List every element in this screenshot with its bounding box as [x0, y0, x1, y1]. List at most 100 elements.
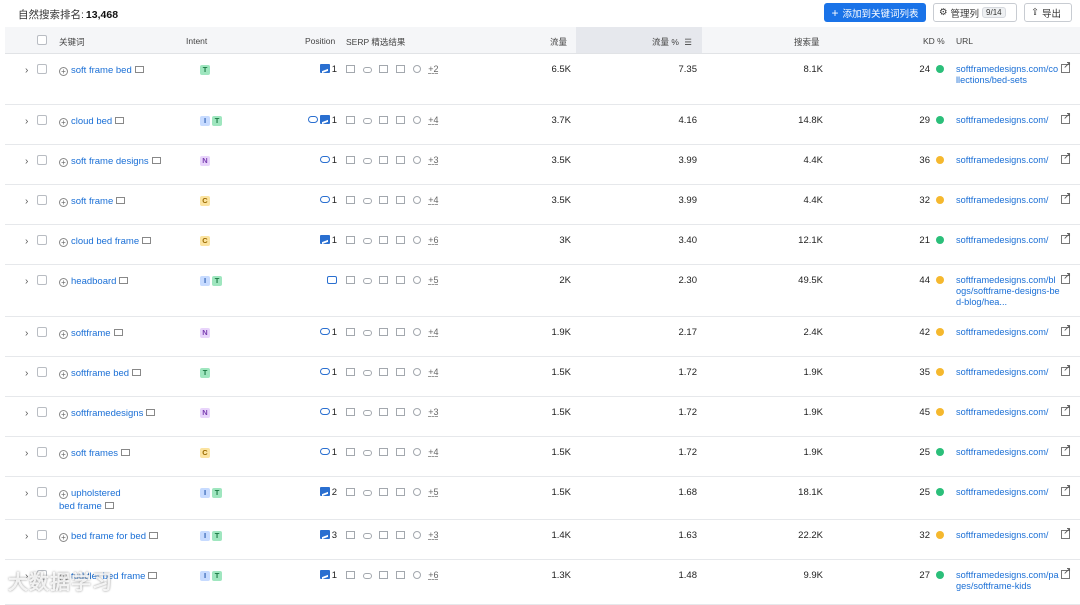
external-link-icon[interactable]: [1061, 363, 1071, 376]
more-serp-features-link[interactable]: +6: [428, 570, 438, 580]
row-checkbox[interactable]: [37, 447, 47, 457]
more-serp-features-link[interactable]: +4: [428, 327, 438, 337]
keyword-cell[interactable]: + headboard: [59, 275, 199, 288]
url-link[interactable]: softframedesigns.com/: [956, 407, 1060, 418]
header-keyword[interactable]: 关键词: [59, 36, 85, 48]
serp-snapshot-icon[interactable]: [116, 197, 126, 204]
table-row[interactable]: › + softframe N 1 +4 1.9K 2.17 2.4K 42 so…: [5, 317, 1080, 357]
keyword-cell[interactable]: + soft frame bed: [59, 64, 199, 77]
header-traffic[interactable]: 流量: [550, 36, 567, 48]
row-checkbox[interactable]: [37, 235, 47, 245]
external-link-icon[interactable]: [1061, 483, 1071, 496]
add-keyword-icon[interactable]: +: [59, 278, 68, 287]
keyword-cell[interactable]: + cloud bed: [59, 115, 199, 128]
serp-snapshot-icon[interactable]: [149, 532, 158, 539]
serp-snapshot-icon[interactable]: [119, 277, 129, 284]
row-checkbox[interactable]: [37, 407, 47, 417]
row-checkbox[interactable]: [37, 64, 47, 74]
keyword-cell[interactable]: + softframe: [59, 327, 199, 340]
expand-row-chevron-icon[interactable]: ›: [25, 156, 28, 167]
serp-snapshot-icon[interactable]: [134, 66, 144, 73]
keyword-link[interactable]: cloud bed: [71, 116, 112, 127]
expand-row-chevron-icon[interactable]: ›: [25, 276, 28, 287]
table-row[interactable]: › + bed frame for bed IT 3 +3 1.4K 1.63 2…: [5, 520, 1080, 560]
expand-row-chevron-icon[interactable]: ›: [25, 368, 28, 379]
expand-row-chevron-icon[interactable]: ›: [25, 531, 28, 542]
manage-columns-button[interactable]: ⚙ 管理列 9/14: [933, 3, 1017, 22]
table-row[interactable]: › + soft frame bed T 1 +2 6.5K 7.35 8.1K …: [5, 54, 1080, 105]
more-serp-features-link[interactable]: +3: [428, 530, 438, 540]
add-keyword-icon[interactable]: +: [59, 198, 68, 207]
keyword-cell[interactable]: + soft frame: [59, 195, 199, 208]
external-link-icon[interactable]: [1061, 403, 1071, 416]
keyword-link[interactable]: bed frame for bed: [71, 531, 146, 542]
keyword-link[interactable]: softframe bed: [71, 368, 129, 379]
url-link[interactable]: softframedesigns.com/blogs/softframe-des…: [956, 275, 1060, 308]
more-serp-features-link[interactable]: +6: [428, 235, 438, 245]
more-serp-features-link[interactable]: +4: [428, 115, 438, 125]
header-volume[interactable]: 搜索量: [794, 36, 820, 48]
keyword-cell[interactable]: + cloud bed frame: [59, 235, 199, 248]
more-serp-features-link[interactable]: +4: [428, 195, 438, 205]
external-link-icon[interactable]: [1061, 271, 1071, 284]
add-to-keyword-list-button[interactable]: + 添加到关键词列表: [824, 3, 926, 22]
more-serp-features-link[interactable]: +3: [428, 155, 438, 165]
keyword-cell[interactable]: + soft frames: [59, 447, 199, 460]
expand-row-chevron-icon[interactable]: ›: [25, 116, 28, 127]
serp-snapshot-icon[interactable]: [115, 117, 125, 124]
add-keyword-icon[interactable]: +: [59, 118, 68, 127]
add-keyword-icon[interactable]: +: [59, 490, 68, 499]
expand-row-chevron-icon[interactable]: ›: [25, 488, 28, 499]
url-link[interactable]: softframedesigns.com/pages/softframe-kid…: [956, 570, 1060, 592]
external-link-icon[interactable]: [1061, 191, 1071, 204]
add-keyword-icon[interactable]: +: [59, 410, 68, 419]
keyword-cell[interactable]: + upholstered bed frame: [59, 487, 121, 513]
table-row[interactable]: › + soft frame C 1 +4 3.5K 3.99 4.4K 32 s…: [5, 185, 1080, 225]
url-link[interactable]: softframedesigns.com/: [956, 447, 1060, 458]
header-serp[interactable]: SERP 精选结果: [346, 36, 405, 48]
add-keyword-icon[interactable]: +: [59, 533, 68, 542]
url-link[interactable]: softframedesigns.com/: [956, 155, 1060, 166]
row-checkbox[interactable]: [37, 275, 47, 285]
keyword-link[interactable]: soft frame bed: [71, 65, 132, 76]
expand-row-chevron-icon[interactable]: ›: [25, 236, 28, 247]
external-link-icon[interactable]: [1061, 111, 1071, 124]
add-keyword-icon[interactable]: +: [59, 330, 68, 339]
table-row[interactable]: › + soft frames C 1 +4 1.5K 1.72 1.9K 25 …: [5, 437, 1080, 477]
add-keyword-icon[interactable]: +: [59, 450, 68, 459]
url-link[interactable]: softframedesigns.com/: [956, 235, 1060, 246]
serp-snapshot-icon[interactable]: [104, 502, 114, 509]
keyword-link[interactable]: soft frames: [71, 448, 118, 459]
more-serp-features-link[interactable]: +4: [428, 447, 438, 457]
keyword-link[interactable]: soft frame: [71, 196, 113, 207]
serp-snapshot-icon[interactable]: [148, 572, 158, 579]
url-link[interactable]: softframedesigns.com/: [956, 530, 1060, 541]
more-serp-features-link[interactable]: +5: [428, 487, 438, 497]
url-link[interactable]: softframedesigns.com/collections/bed-set…: [956, 64, 1060, 86]
table-row[interactable]: › + softframedesigns N 1 +3 1.5K 1.72 1.9…: [5, 397, 1080, 437]
add-keyword-icon[interactable]: +: [59, 67, 68, 76]
export-button[interactable]: ⇪ 导出: [1024, 3, 1072, 22]
add-keyword-icon[interactable]: +: [59, 238, 68, 247]
url-link[interactable]: softframedesigns.com/: [956, 367, 1060, 378]
keyword-link[interactable]: softframedesigns: [71, 408, 143, 419]
expand-row-chevron-icon[interactable]: ›: [25, 65, 28, 76]
row-checkbox[interactable]: [37, 530, 47, 540]
expand-row-chevron-icon[interactable]: ›: [25, 196, 28, 207]
keyword-link[interactable]: softframe: [71, 328, 111, 339]
external-link-icon[interactable]: [1061, 566, 1071, 579]
external-link-icon[interactable]: [1061, 60, 1071, 73]
serp-snapshot-icon[interactable]: [121, 449, 130, 456]
serp-snapshot-icon[interactable]: [113, 329, 123, 336]
more-serp-features-link[interactable]: +2: [428, 64, 438, 74]
header-kd[interactable]: KD %: [923, 36, 945, 46]
row-checkbox[interactable]: [37, 367, 47, 377]
more-serp-features-link[interactable]: +3: [428, 407, 438, 417]
table-row[interactable]: › + upholstered bed frame IT 2 +5 1.5K 1.…: [5, 477, 1080, 520]
expand-row-chevron-icon[interactable]: ›: [25, 328, 28, 339]
row-checkbox[interactable]: [37, 327, 47, 337]
url-link[interactable]: softframedesigns.com/: [956, 195, 1060, 206]
external-link-icon[interactable]: [1061, 526, 1071, 539]
keyword-cell[interactable]: + soft frame designs: [59, 155, 199, 168]
url-link[interactable]: softframedesigns.com/: [956, 487, 1060, 498]
